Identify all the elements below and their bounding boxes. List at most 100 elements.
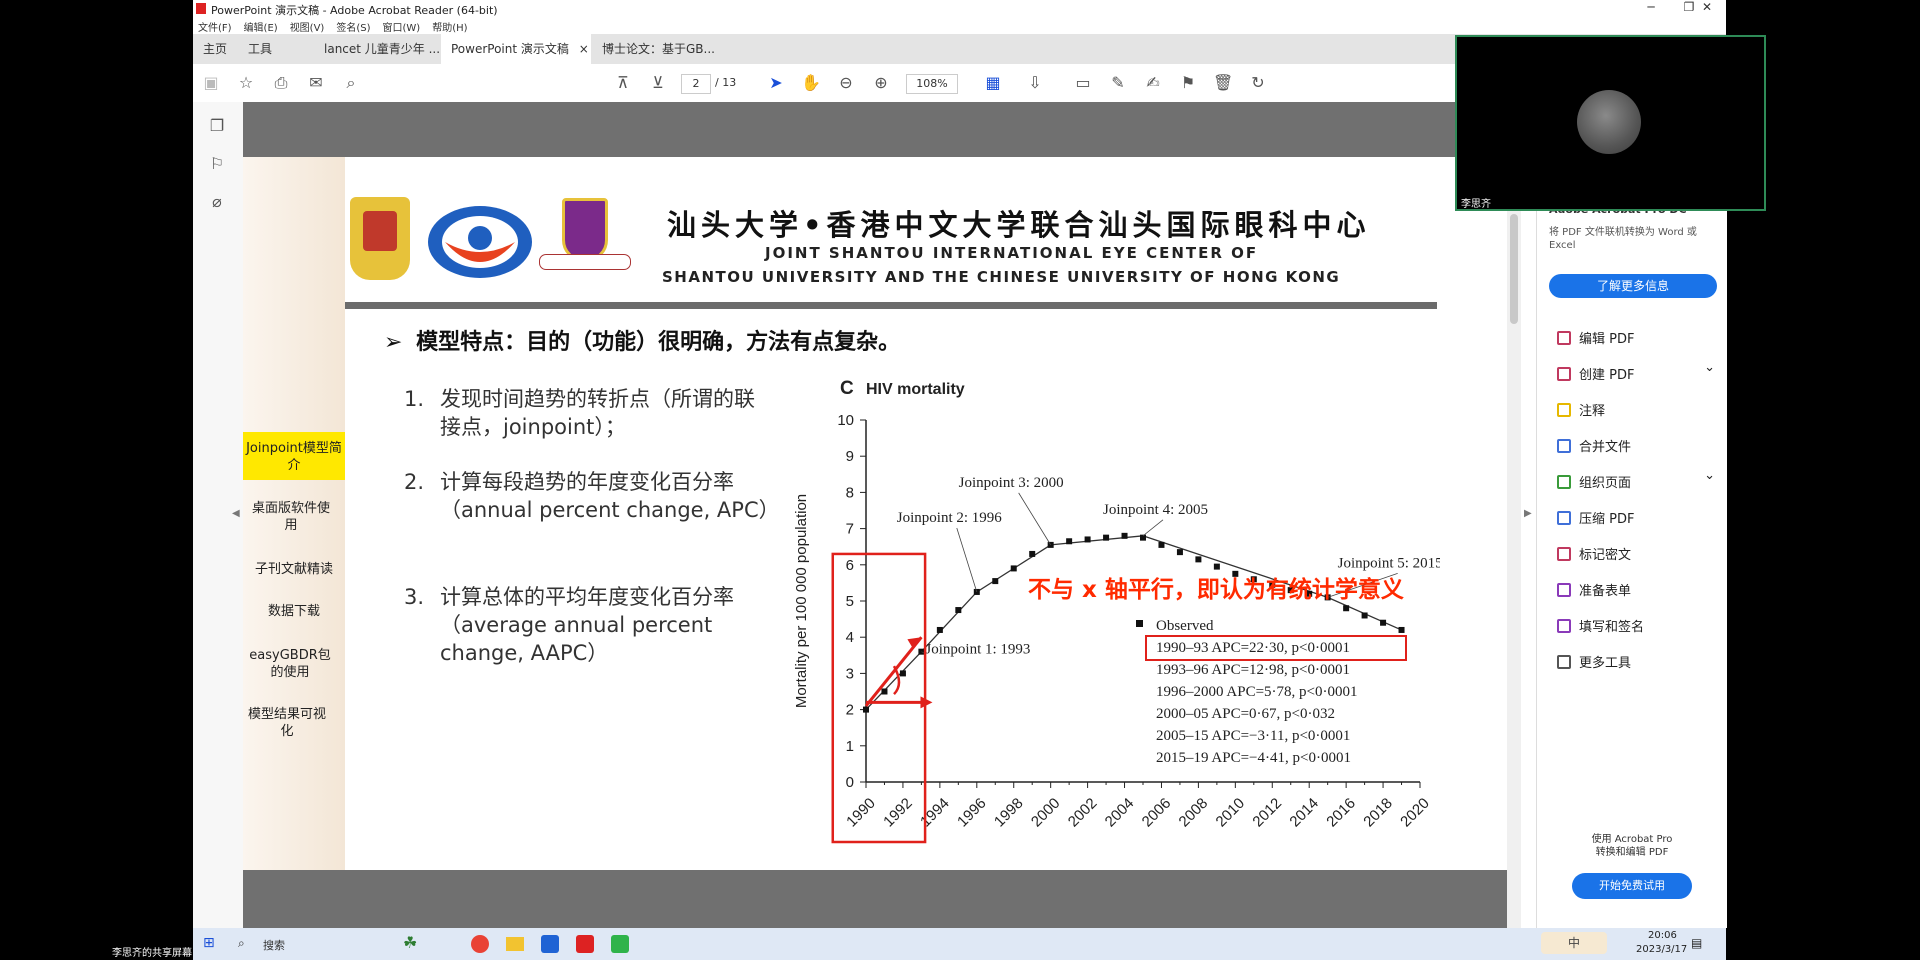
page-thumbnails-icon[interactable]: ❐ [207,116,227,136]
chart-observed-point [1380,619,1387,626]
meeting-app-icon[interactable] [541,935,559,953]
draw-icon[interactable]: ✍ [1143,73,1163,93]
eye-center-logo [428,206,532,278]
menu-view[interactable]: 视图(V) [290,19,325,34]
tool-label: 编辑 PDF [1579,332,1635,347]
heading-marker: ➢ [384,330,403,355]
tool-prepare-form[interactable]: 准备表单 [1557,580,1631,599]
email-icon[interactable]: ✉ [306,73,326,93]
side-menu-literature[interactable]: 子刊文献精读 [243,561,345,578]
highlight-pen-icon[interactable]: ✎ [1108,73,1128,93]
scrollbar-thumb[interactable] [1510,214,1518,324]
tool-redact[interactable]: 标记密文 [1557,544,1631,563]
chart-joinpoint-leader [1142,519,1164,537]
bookmarks-icon[interactable]: ⚐ [207,154,227,174]
attachments-icon[interactable]: ⌀ [207,192,227,212]
tab-close-icon[interactable]: × [579,42,589,56]
chart-observed-point [992,578,999,585]
collapse-left-icon[interactable]: ◀ [232,508,240,519]
folder-icon[interactable] [506,937,524,951]
menu-sign[interactable]: 签名(S) [336,19,370,34]
search-icon[interactable]: ⌕ [341,73,361,93]
chevron-down-icon[interactable]: ⌄ [1704,360,1715,375]
promo-desc: 将 PDF 文件联机转换为 Word 或 Excel [1549,227,1697,251]
tool-more[interactable]: 更多工具 [1557,652,1631,671]
tool-comment[interactable]: 注释 [1557,400,1605,419]
page-number-input[interactable]: 2 [681,74,711,94]
search-icon[interactable]: ⌕ [238,936,245,951]
chrome-icon[interactable] [471,935,489,953]
hand-tool-icon[interactable]: ✋ [801,73,821,93]
tab-lancet[interactable]: lancet 儿童青少年 ... [314,34,450,64]
fit-page-icon[interactable]: ▦ [983,73,1003,93]
learn-more-button[interactable]: 了解更多信息 [1549,274,1717,298]
menu-window[interactable]: 窗口(W) [383,19,421,34]
page-up-icon[interactable]: ⊼ [613,73,633,93]
taskbar-search[interactable]: 搜索 [263,937,285,953]
tool-compress[interactable]: 压缩 PDF [1557,508,1634,527]
ime-indicator[interactable]: 中 [1541,932,1607,954]
menu-edit[interactable]: 编辑(E) [244,19,278,34]
tab-powerpoint[interactable]: PowerPoint 演示文稿 × [441,34,591,64]
rotate-icon[interactable]: ↻ [1248,73,1268,93]
bookmark-star-icon[interactable]: ☆ [236,73,256,93]
tool-organize[interactable]: 组织页面 ⌄ [1557,468,1715,491]
notification-icon[interactable]: ▤ [1691,936,1702,950]
tool-edit-pdf[interactable]: 编辑 PDF [1557,328,1634,347]
chart-joinpoint-label: Joinpoint 1: 1993 [925,642,1030,658]
delete-icon[interactable]: 🗑 [1213,73,1233,93]
zoom-select[interactable]: 108% [906,74,958,94]
chart-legend-entry: 1990–93 APC=22·30, p<0·0001 [1156,640,1350,656]
menu-file[interactable]: 文件(F) [198,19,232,34]
stamp-icon[interactable]: ⚑ [1178,73,1198,93]
collapse-right-icon[interactable]: ▶ [1524,508,1532,519]
chart-x-tick-label: 2016 [1323,795,1359,831]
scroll-mode-icon[interactable]: ⇩ [1025,73,1045,93]
side-menu-desktop[interactable]: 桌面版软件使用 [249,500,333,534]
zoom-in-icon[interactable]: ⊕ [871,73,891,93]
chart-observed-point [881,688,888,695]
edit-pdf-icon [1557,331,1571,345]
acrobat-taskbar-icon[interactable] [576,935,594,953]
chart-y-tick-label: 2 [846,702,854,719]
vertical-scrollbar[interactable] [1507,102,1521,928]
side-menu-data-download[interactable]: 数据下载 [243,603,345,620]
start-trial-button[interactable]: 开始免费试用 [1572,873,1692,899]
chart-observed-point [1213,563,1220,570]
chart-legend-entry: 2005–15 APC=−3·11, p<0·0001 [1156,728,1350,744]
tab-thesis[interactable]: 博士论文：基于GB... [592,34,725,64]
chart-legend-observed: Observed [1156,618,1214,634]
select-cursor-icon[interactable]: ➤ [766,73,786,93]
chart-x-tick-label: 2010 [1213,795,1249,831]
wechat-icon[interactable] [611,935,629,953]
start-icon[interactable]: ⊞ [203,935,215,951]
menu-bar: 文件(F) 编辑(E) 视图(V) 签名(S) 窗口(W) 帮助(H) [198,19,468,34]
list-item: 3. 计算总体的平均年度变化百分率（average annual percent… [404,583,764,673]
tool-create-pdf[interactable]: 创建 PDF ⌄ [1557,360,1715,383]
cuhk-logo [535,198,635,284]
tab-home[interactable]: 主页 [193,34,237,64]
tool-label: 准备表单 [1579,584,1632,599]
side-menu-joinpoint[interactable]: Joinpoint模型简介 [243,440,345,474]
tool-combine[interactable]: 合并文件 [1557,436,1631,455]
chart-joinpoint-label: Joinpoint 3: 2000 [959,475,1064,491]
chart-joinpoint-leader [1018,492,1052,546]
chevron-down-icon[interactable]: ⌄ [1704,468,1715,483]
save-icon[interactable]: ▣ [201,73,221,93]
chart-red-arrowhead [907,637,922,650]
zoom-out-icon[interactable]: ⊖ [836,73,856,93]
menu-help[interactable]: 帮助(H) [432,19,467,34]
tab-tools[interactable]: 工具 [238,34,282,64]
side-menu-easygbdr[interactable]: easyGBDR包的使用 [243,647,337,681]
page-down-icon[interactable]: ⊻ [648,73,668,93]
chart-y-tick-label: 4 [846,629,854,646]
tool-fill-sign[interactable]: 填写和签名 [1557,616,1644,635]
chart-y-tick-label: 1 [846,738,854,755]
print-icon[interactable]: ⎙ [271,73,291,93]
chart-x-tick-label: 2014 [1286,795,1322,831]
minimize-button[interactable]: ─ [1633,0,1669,16]
close-button[interactable]: ✕ [1689,0,1725,16]
side-menu-visualization[interactable]: 模型结果可视化 [243,706,331,740]
comment-icon[interactable]: ▭ [1073,73,1093,93]
chart-observed-point [1029,550,1036,557]
